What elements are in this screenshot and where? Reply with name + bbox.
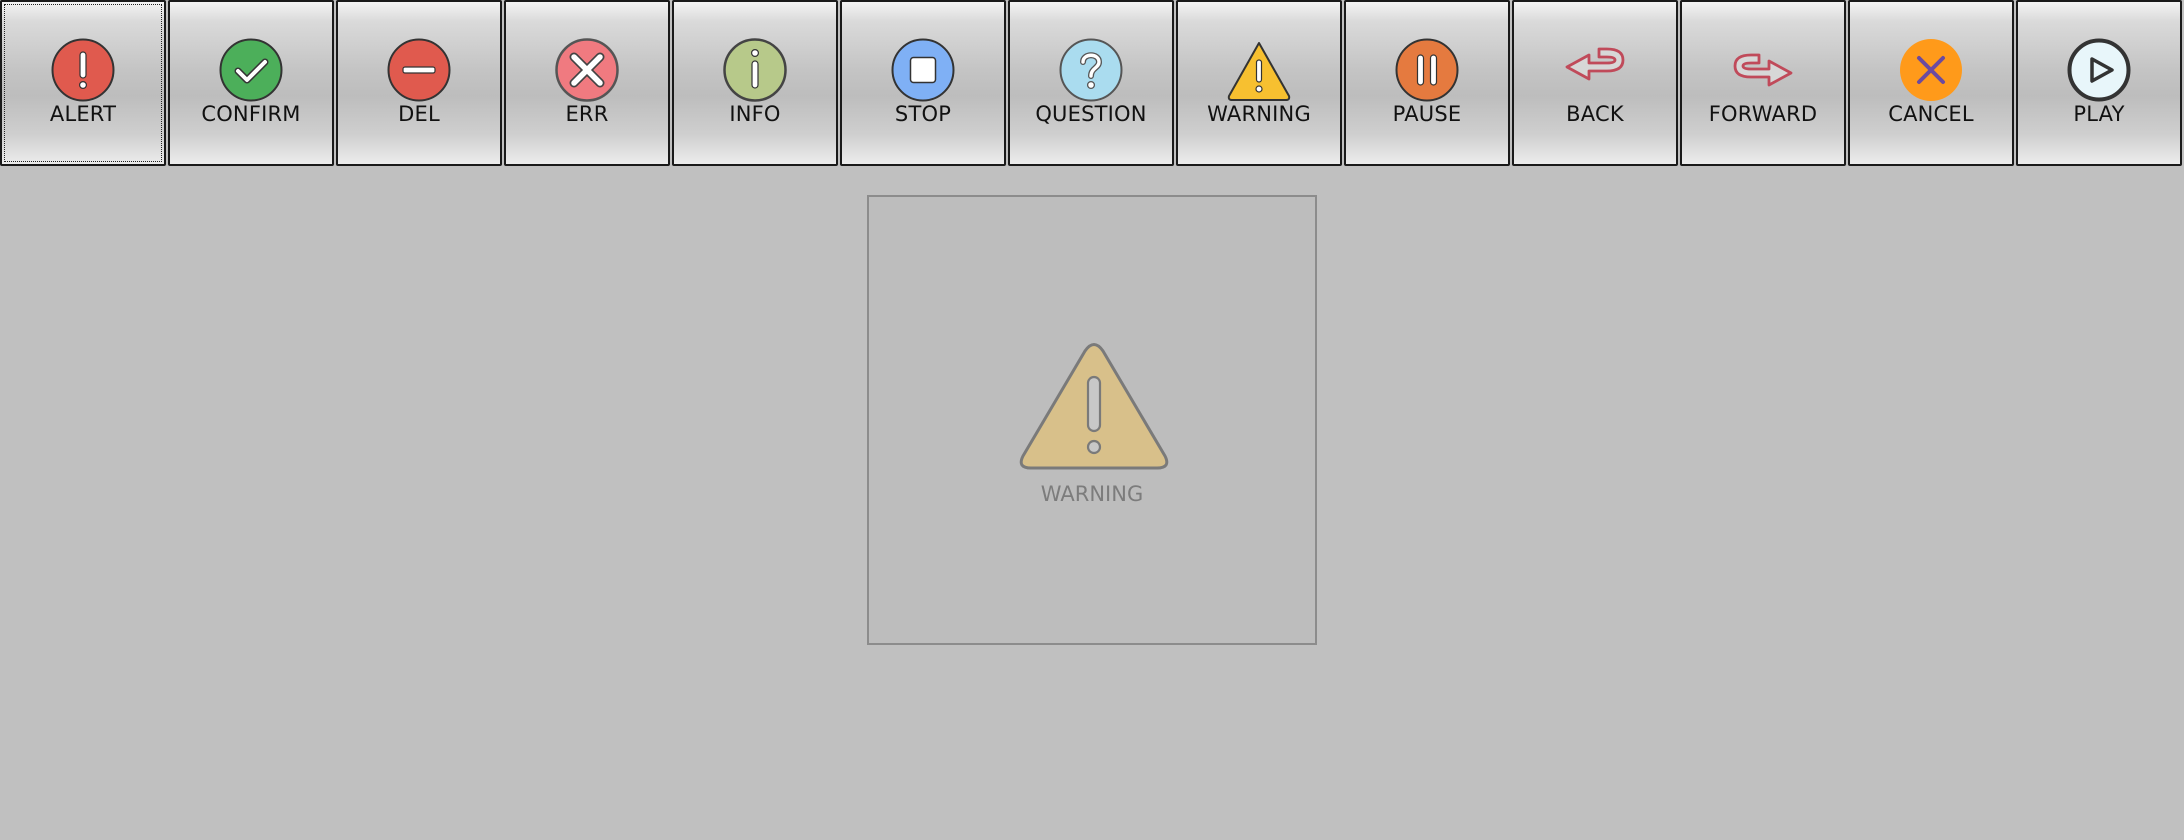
info-button[interactable]: INFO	[672, 0, 838, 166]
alert-button-label: ALERT	[49, 102, 117, 126]
warning-icon	[1227, 42, 1291, 101]
preview-label: WARNING	[1040, 482, 1144, 506]
question-icon	[1059, 38, 1123, 102]
forward-arrow-icon	[1733, 53, 1793, 87]
alert-icon	[51, 38, 115, 102]
check-icon	[219, 38, 283, 102]
warning-button-label: WARNING	[1207, 102, 1311, 126]
confirm-button[interactable]: CONFIRM	[168, 0, 334, 166]
info-icon	[723, 38, 787, 102]
del-button-label: DEL	[398, 102, 440, 126]
question-button[interactable]: QUESTION	[1008, 0, 1174, 166]
alert-button[interactable]: ALERT	[0, 0, 166, 166]
question-button-label: QUESTION	[1035, 102, 1147, 126]
stop-icon	[891, 38, 955, 102]
warning-icon	[1019, 343, 1169, 470]
forward-button[interactable]: FORWARD	[1680, 0, 1846, 166]
play-button[interactable]: PLAY	[2016, 0, 2182, 166]
stop-button[interactable]: STOP	[840, 0, 1006, 166]
x-circle-icon	[555, 38, 619, 102]
stop-button-label: STOP	[894, 102, 952, 126]
toolbar: ALERT CONFIRM DEL ERR INFO STOP QUESTION…	[0, 0, 2184, 168]
confirm-button-label: CONFIRM	[201, 102, 301, 126]
back-arrow-icon	[1565, 47, 1625, 81]
info-button-label: INFO	[729, 102, 781, 126]
cancel-button[interactable]: CANCEL	[1848, 0, 2014, 166]
err-button-label: ERR	[565, 102, 609, 126]
icon-preview-panel: WARNING	[867, 195, 1317, 645]
pause-button[interactable]: PAUSE	[1344, 0, 1510, 166]
cancel-icon	[1900, 39, 1962, 101]
forward-button-label: FORWARD	[1708, 102, 1818, 126]
cancel-button-label: CANCEL	[1888, 102, 1974, 126]
minus-icon	[387, 38, 451, 102]
pause-icon	[1395, 38, 1459, 102]
err-button[interactable]: ERR	[504, 0, 670, 166]
pause-button-label: PAUSE	[1392, 102, 1462, 126]
back-button[interactable]: BACK	[1512, 0, 1678, 166]
play-icon	[2067, 38, 2131, 102]
warning-button[interactable]: WARNING	[1176, 0, 1342, 166]
play-button-label: PLAY	[2073, 102, 2125, 126]
back-button-label: BACK	[1566, 102, 1624, 126]
del-button[interactable]: DEL	[336, 0, 502, 166]
